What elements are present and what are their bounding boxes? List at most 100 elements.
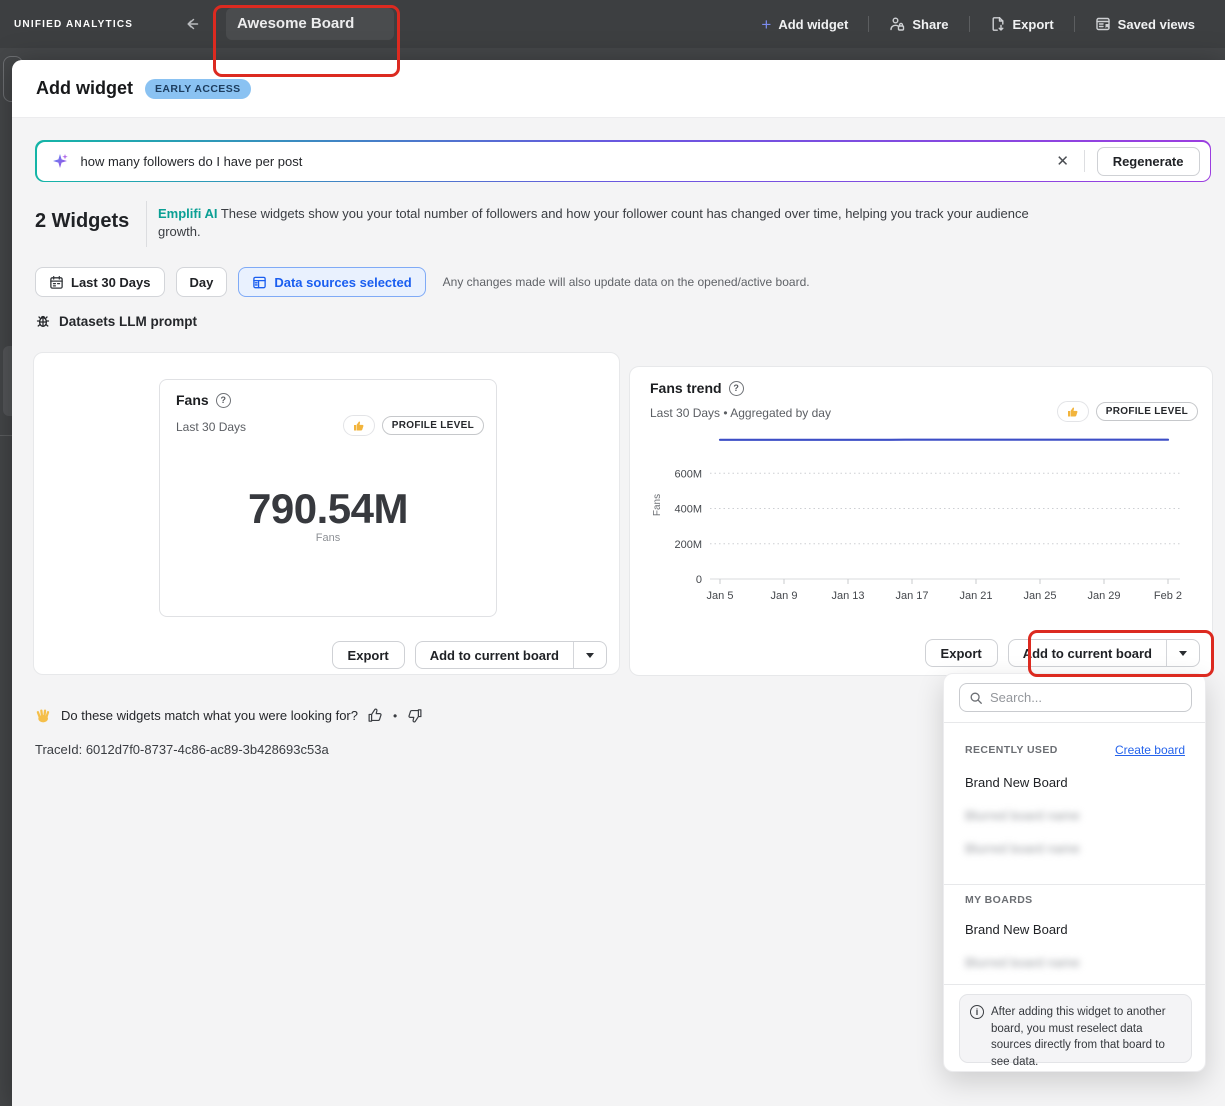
thumb-up-icon <box>353 420 365 432</box>
ai-summary: Emplifi AI These widgets show you your t… <box>158 205 1068 241</box>
svg-text:Jan 29: Jan 29 <box>1087 590 1120 602</box>
calendar-icon <box>49 275 64 290</box>
widget-subtitle: Last 30 Days <box>176 420 246 434</box>
help-icon[interactable]: ? <box>729 381 744 396</box>
board-item[interactable]: Brand New Board <box>965 922 1068 937</box>
thumb-up-icon <box>1067 406 1079 418</box>
export-widget-button[interactable]: Export <box>332 641 405 669</box>
ai-prompt-bar: how many followers do I have per post ✕ … <box>35 140 1211 182</box>
topbar: UNIFIED ANALYTICS Awesome Board + Add wi… <box>0 0 1225 48</box>
widget-card-fans-trend: Fans trend ? Last 30 Days • Aggregated b… <box>629 366 1213 676</box>
widget-title: Fans <box>176 392 209 408</box>
fans-trend-line-chart: 0 200M 400M 600M Jan 5 Jan 9 Jan 13 Jan 17 Jan 2… <box>648 421 1196 605</box>
screen: UNIFIED ANALYTICS Awesome Board + Add wi… <box>0 0 1225 1106</box>
widget-subtitle: Last 30 Days • Aggregated by day <box>650 406 831 420</box>
sparkle-icon <box>51 152 69 170</box>
recently-used-label: RECENTLY USED <box>965 744 1058 756</box>
svg-text:Jan 13: Jan 13 <box>831 590 864 602</box>
board-search-input[interactable] <box>990 690 1182 705</box>
info-icon: i <box>970 1005 984 1019</box>
add-to-board-caret-button[interactable] <box>573 642 606 668</box>
svg-text:600M: 600M <box>674 468 702 480</box>
feedback-question: Do these widgets match what you were loo… <box>61 708 358 723</box>
thumbs-down-button[interactable] <box>406 707 423 724</box>
waving-hand-icon <box>35 707 52 724</box>
divider <box>944 884 1205 885</box>
add-to-current-board-button[interactable]: Add to current board <box>416 642 573 668</box>
board-dropdown-panel: RECENTLY USED Create board Brand New Boa… <box>943 673 1206 1072</box>
prompt-query-input[interactable]: how many followers do I have per post <box>81 154 1050 169</box>
board-item[interactable]: Brand New Board <box>965 775 1068 790</box>
clear-prompt-icon[interactable]: ✕ <box>1050 148 1076 174</box>
data-sources-icon <box>252 275 267 290</box>
early-access-badge: EARLY ACCESS <box>145 79 251 99</box>
svg-text:Jan 21: Jan 21 <box>959 590 992 602</box>
widget-card-fans: Fans ? Last 30 Days PROFILE LEVEL 790.54… <box>33 352 620 675</box>
svg-text:Jan 17: Jan 17 <box>895 590 928 602</box>
widgets-count: 2 Widgets <box>35 210 129 233</box>
granularity-filter-button[interactable]: Day <box>176 267 228 297</box>
chevron-down-icon <box>1179 651 1187 656</box>
export-button[interactable]: Export <box>970 16 1074 32</box>
divider <box>944 984 1205 985</box>
feedback-row: Do these widgets match what you were loo… <box>35 707 423 724</box>
app-logo: UNIFIED ANALYTICS <box>14 19 133 30</box>
saved-views-icon <box>1095 16 1111 32</box>
svg-text:Jan 25: Jan 25 <box>1023 590 1056 602</box>
svg-text:Jan 5: Jan 5 <box>707 590 734 602</box>
export-doc-icon <box>990 16 1006 32</box>
board-title[interactable]: Awesome Board <box>237 15 354 32</box>
trace-id: TraceId: 6012d7f0-8737-4c86-ac89-3b42869… <box>35 742 329 757</box>
date-range-filter-button[interactable]: Last 30 Days <box>35 267 165 297</box>
profile-level-badge: PROFILE LEVEL <box>1096 402 1198 421</box>
board-item-blurred[interactable]: Blurred board name <box>965 808 1080 823</box>
modal-title: Add widget <box>36 78 133 99</box>
add-widget-modal: Add widget EARLY ACCESS how many followe… <box>12 60 1225 1106</box>
regenerate-button[interactable]: Regenerate <box>1097 147 1200 176</box>
add-to-current-board-button[interactable]: Add to current board <box>1009 640 1166 666</box>
thumbs-up-button[interactable] <box>367 707 384 724</box>
divider <box>146 201 147 247</box>
board-item-blurred[interactable]: Blurred board name <box>965 955 1080 970</box>
chevron-down-icon <box>586 653 594 658</box>
svg-text:Feb 2: Feb 2 <box>1154 590 1182 602</box>
data-sources-filter-button[interactable]: Data sources selected <box>238 267 425 297</box>
modal-header: Add widget EARLY ACCESS <box>12 60 1225 118</box>
svg-text:200M: 200M <box>674 539 702 551</box>
add-widget-button[interactable]: + Add widget <box>741 16 868 33</box>
ai-summary-text: These widgets show you your total number… <box>158 206 1029 239</box>
thumb-up-badge <box>1057 401 1089 422</box>
svg-text:Fans: Fans <box>652 494 663 516</box>
fans-widget-preview: Fans ? Last 30 Days PROFILE LEVEL 790.54… <box>159 379 497 617</box>
svg-text:0: 0 <box>696 574 702 586</box>
search-icon <box>969 691 983 705</box>
datasets-llm-prompt-button[interactable]: Datasets LLM prompt <box>35 313 197 329</box>
share-button[interactable]: Share <box>869 16 968 32</box>
plus-icon: + <box>761 16 771 33</box>
board-search-field[interactable] <box>959 683 1192 712</box>
export-widget-button[interactable]: Export <box>925 639 998 667</box>
thumb-up-badge <box>343 415 375 436</box>
emplifi-ai-label: Emplifi AI <box>158 206 217 221</box>
svg-text:400M: 400M <box>674 504 702 516</box>
share-user-icon <box>889 16 905 32</box>
board-item-blurred[interactable]: Blurred board name <box>965 841 1080 856</box>
topbar-actions: + Add widget Share Export <box>741 0 1215 48</box>
filters-note: Any changes made will also update data o… <box>443 275 810 289</box>
dropdown-info-text: After adding this widget to another boar… <box>991 1004 1180 1062</box>
profile-level-badge: PROFILE LEVEL <box>382 416 484 435</box>
add-to-board-caret-button[interactable] <box>1166 640 1199 666</box>
bug-icon <box>35 313 51 329</box>
fans-kpi-label: Fans <box>160 532 496 544</box>
dropdown-info-box: i After adding this widget to another bo… <box>959 994 1192 1063</box>
svg-text:Jan 9: Jan 9 <box>771 590 798 602</box>
saved-views-button[interactable]: Saved views <box>1075 16 1215 32</box>
create-board-link[interactable]: Create board <box>1115 743 1185 757</box>
add-to-board-split-button: Add to current board <box>1008 639 1200 667</box>
filter-row: Last 30 Days Day Data sources selected A… <box>35 267 810 297</box>
collapse-sidebar-icon[interactable] <box>183 15 201 33</box>
fans-kpi-value: 790.54M <box>160 485 496 533</box>
my-boards-label: MY BOARDS <box>965 894 1033 906</box>
divider <box>944 722 1205 723</box>
help-icon[interactable]: ? <box>216 393 231 408</box>
